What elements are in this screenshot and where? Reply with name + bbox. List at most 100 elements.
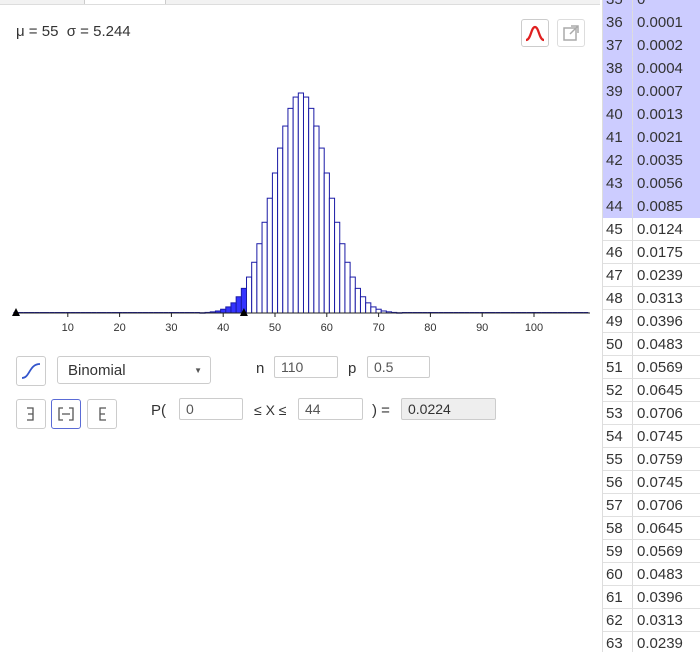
table-row[interactable]: 41 0.0021 xyxy=(603,126,700,149)
table-row[interactable]: 51 0.0569 xyxy=(603,356,700,379)
table-cell-k: 35 xyxy=(603,0,633,11)
table-row[interactable]: 47 0.0239 xyxy=(603,264,700,287)
x-tick-label-90: 90 xyxy=(476,322,488,334)
distribution-plot: 10 20 30 40 50 60 70 80 90 100 xyxy=(12,92,590,334)
table-row[interactable]: 43 0.0056 xyxy=(603,172,700,195)
table-cell-k: 59 xyxy=(603,540,633,563)
left-sided-button[interactable] xyxy=(16,399,46,429)
n-input[interactable]: 110 xyxy=(274,356,338,378)
table-cell-probability: 0.0056 xyxy=(633,172,700,195)
distribution-select-value: Binomial xyxy=(68,362,126,379)
p-input[interactable]: 0.5 xyxy=(367,356,430,378)
distribution-select[interactable]: Binomial ▼ xyxy=(57,356,211,384)
bar-40 xyxy=(220,308,227,314)
table-cell-probability: 0.0706 xyxy=(633,494,700,517)
table-row[interactable]: 62 0.0313 xyxy=(603,609,700,632)
bar-53 xyxy=(287,107,294,314)
bar-41 xyxy=(225,306,232,314)
bar-69 xyxy=(370,306,377,314)
table-cell-probability: 0.0706 xyxy=(633,402,700,425)
x-tick-label-30: 30 xyxy=(165,322,177,334)
table-cell-k: 49 xyxy=(603,310,633,333)
probability-equals-label: ) = xyxy=(372,402,390,419)
bar-65 xyxy=(349,276,356,314)
bar-47 xyxy=(256,243,263,314)
table-cell-probability: 0.0124 xyxy=(633,218,700,241)
table-cell-probability: 0.0745 xyxy=(633,425,700,448)
table-cell-k: 55 xyxy=(603,448,633,471)
bar-50 xyxy=(271,172,279,314)
right-sided-button[interactable] xyxy=(87,399,117,429)
bar-64 xyxy=(344,261,351,314)
table-row[interactable]: 50 0.0483 xyxy=(603,333,700,356)
bar-62 xyxy=(334,221,341,314)
table-cell-probability: 0.0645 xyxy=(633,379,700,402)
x-tick-label-60: 60 xyxy=(321,322,333,334)
table-row[interactable]: 42 0.0035 xyxy=(603,149,700,172)
table-cell-probability: 0.0396 xyxy=(633,310,700,333)
table-row[interactable]: 44 0.0085 xyxy=(603,195,700,218)
interval-bracket-icon xyxy=(58,407,74,421)
bar-48 xyxy=(261,221,268,314)
bar-57 xyxy=(308,107,315,314)
table-cell-k: 58 xyxy=(603,517,633,540)
active-tab[interactable] xyxy=(84,0,166,4)
table-row[interactable]: 57 0.0706 xyxy=(603,494,700,517)
bar-56 xyxy=(302,96,310,314)
bar-52 xyxy=(282,125,289,314)
mean-sd-label: μ = 55 σ = 5.244 xyxy=(16,23,131,40)
bar-55 xyxy=(297,92,304,314)
table-row[interactable]: 60 0.0483 xyxy=(603,563,700,586)
table-cell-k: 61 xyxy=(603,586,633,609)
table-row[interactable]: 38 0.0004 xyxy=(603,57,700,80)
table-cell-probability: 0.0175 xyxy=(633,241,700,264)
table-row[interactable]: 39 0.0007 xyxy=(603,80,700,103)
bar-66 xyxy=(354,287,361,314)
table-row[interactable]: 350 xyxy=(603,0,700,11)
table-row[interactable]: 52 0.0645 xyxy=(603,379,700,402)
table-row[interactable]: 63 0.0239 xyxy=(603,632,700,652)
normal-overlay-button[interactable] xyxy=(521,19,549,47)
x-tick-label-10: 10 xyxy=(62,322,74,334)
table-cell-probability: 0.0085 xyxy=(633,195,700,218)
table-cell-probability: 0.0569 xyxy=(633,540,700,563)
table-row[interactable]: 48 0.0313 xyxy=(603,287,700,310)
bar-68 xyxy=(365,302,372,314)
table-cell-probability: 0.0035 xyxy=(633,149,700,172)
upper-bound-input[interactable]: 44 xyxy=(298,398,363,420)
table-row[interactable]: 37 0.0002 xyxy=(603,34,700,57)
cumulative-toggle-button[interactable] xyxy=(16,356,46,386)
table-row[interactable]: 53 0.0706 xyxy=(603,402,700,425)
table-cell-k: 36 xyxy=(603,11,633,34)
table-cell-probability: 0.0239 xyxy=(633,264,700,287)
table-row[interactable]: 36 0.0001 xyxy=(603,11,700,34)
table-row[interactable]: 49 0.0396 xyxy=(603,310,700,333)
table-row[interactable]: 59 0.0569 xyxy=(603,540,700,563)
table-cell-k: 52 xyxy=(603,379,633,402)
table-cell-k: 60 xyxy=(603,563,633,586)
probability-open-label: P( xyxy=(151,402,166,419)
probability-result: 0.0224 xyxy=(401,398,496,420)
table-cell-k: 54 xyxy=(603,425,633,448)
table-row[interactable]: 55 0.0759 xyxy=(603,448,700,471)
table-cell-probability: 0.0745 xyxy=(633,471,700,494)
table-cell-probability: 0.0569 xyxy=(633,356,700,379)
x-tick-label-70: 70 xyxy=(372,322,384,334)
table-row[interactable]: 58 0.0645 xyxy=(603,517,700,540)
lower-bound-input[interactable]: 0 xyxy=(179,398,243,420)
table-row[interactable]: 46 0.0175 xyxy=(603,241,700,264)
table-row[interactable]: 54 0.0745 xyxy=(603,425,700,448)
table-cell-probability: 0.0759 xyxy=(633,448,700,471)
table-row[interactable]: 45 0.0124 xyxy=(603,218,700,241)
table-row[interactable]: 40 0.0013 xyxy=(603,103,700,126)
bar-61 xyxy=(328,197,336,314)
table-row[interactable]: 56 0.0745 xyxy=(603,471,700,494)
export-icon xyxy=(563,25,579,41)
top-tab-strip xyxy=(0,0,600,5)
table-cell-k: 37 xyxy=(603,34,633,57)
table-cell-k: 51 xyxy=(603,356,633,379)
interval-button[interactable] xyxy=(51,399,81,429)
table-cell-probability: 0.0239 xyxy=(633,632,700,652)
table-row[interactable]: 61 0.0396 xyxy=(603,586,700,609)
export-button[interactable] xyxy=(557,19,585,47)
